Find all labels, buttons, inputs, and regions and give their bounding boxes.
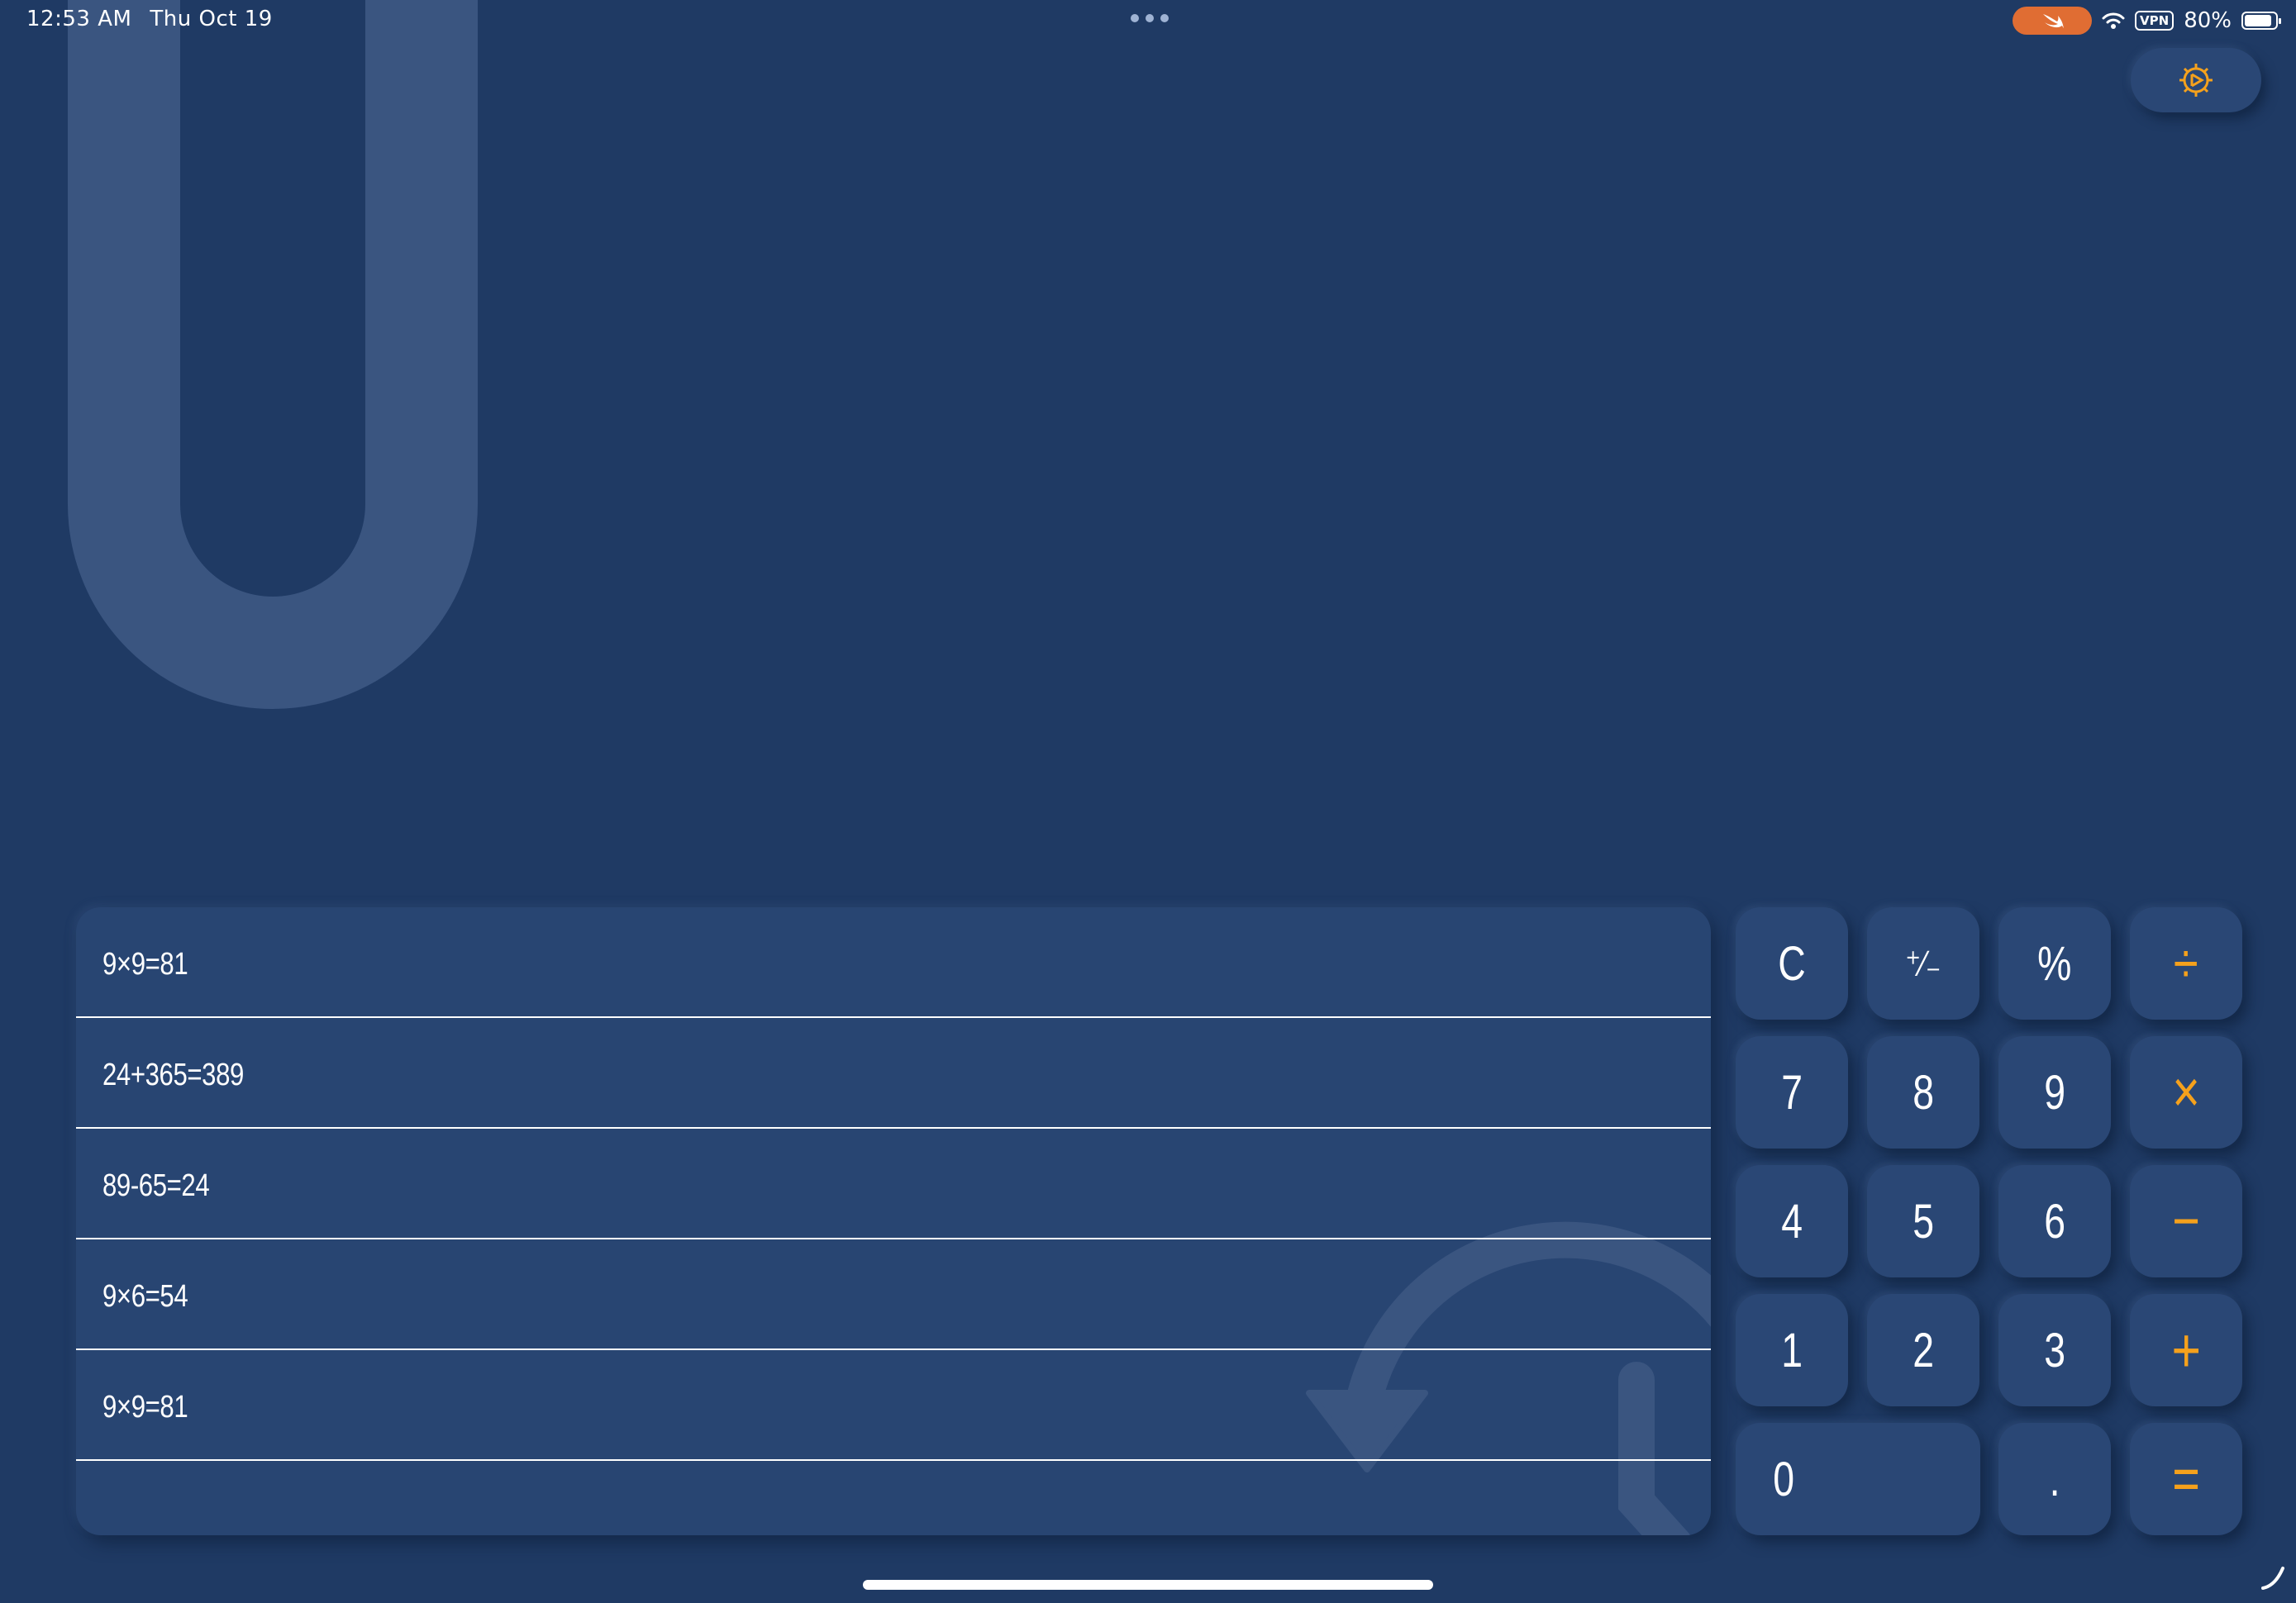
- swift-playgrounds-pill[interactable]: [2013, 7, 2093, 35]
- vpn-badge: VPN: [2135, 11, 2175, 31]
- divide-button[interactable]: ÷: [2130, 907, 2242, 1020]
- digit-8-button[interactable]: 8: [1867, 1036, 1979, 1149]
- digit-label: 5: [1913, 1194, 1934, 1249]
- dot: [1131, 14, 1139, 22]
- history-row[interactable]: 89-65=24: [76, 1129, 1711, 1239]
- digit-label: 8: [1913, 1065, 1934, 1120]
- multitasking-dots[interactable]: [1131, 14, 1169, 22]
- plus-minus-label: ⁺∕₋: [1905, 943, 1941, 984]
- digit-1-button[interactable]: 1: [1736, 1294, 1848, 1406]
- clear-button[interactable]: C: [1736, 907, 1848, 1020]
- history-entry: 24+365=389: [102, 1058, 244, 1092]
- add-button[interactable]: +: [2130, 1294, 2242, 1406]
- digit-9-button[interactable]: 9: [1998, 1036, 2111, 1149]
- clear-label: C: [1778, 936, 1806, 991]
- battery-fill: [2245, 15, 2271, 26]
- decimal-button[interactable]: .: [1998, 1423, 2111, 1535]
- status-bar-left: 12:53 AM Thu Oct 19: [26, 7, 273, 31]
- subtract-label: −: [2172, 1188, 2200, 1254]
- status-date: Thu Oct 19: [150, 7, 273, 31]
- subtract-button[interactable]: −: [2130, 1165, 2242, 1277]
- digit-5-button[interactable]: 5: [1867, 1165, 1979, 1277]
- digit-label: 0: [1773, 1452, 1795, 1506]
- plus-minus-button[interactable]: ⁺∕₋: [1867, 907, 1979, 1020]
- background-u-decoration: [67, 0, 478, 709]
- equals-label: =: [2172, 1446, 2200, 1512]
- home-indicator[interactable]: [863, 1580, 1433, 1590]
- digit-0-button[interactable]: 0: [1736, 1423, 1980, 1535]
- history-row[interactable]: 9×9=81: [76, 1350, 1711, 1461]
- history-row[interactable]: 9×6=54: [76, 1239, 1711, 1350]
- digit-label: 3: [2044, 1323, 2065, 1377]
- percent-label: %: [2037, 936, 2072, 991]
- equals-button[interactable]: =: [2130, 1423, 2242, 1535]
- percent-button[interactable]: %: [1998, 907, 2111, 1020]
- digit-label: 7: [1781, 1065, 1803, 1120]
- pencil-corner-icon: [2261, 1567, 2284, 1590]
- calculator-screen: 12:53 AM Thu Oct 19 VPN 80% 9×9=81 24+36…: [0, 0, 2296, 1603]
- decimal-label: .: [2049, 1452, 2060, 1506]
- digit-label: 1: [1781, 1323, 1803, 1377]
- history-row[interactable]: 24+365=389: [76, 1018, 1711, 1129]
- dot: [1146, 14, 1154, 22]
- digit-2-button[interactable]: 2: [1867, 1294, 1979, 1406]
- history-row[interactable]: 9×9=81: [76, 907, 1711, 1018]
- digit-label: 4: [1781, 1194, 1803, 1249]
- settings-button[interactable]: [2131, 48, 2261, 112]
- history-entry: 9×9=81: [102, 1390, 188, 1425]
- divide-label: ÷: [2174, 932, 2198, 995]
- digit-6-button[interactable]: 6: [1998, 1165, 2111, 1277]
- digit-4-button[interactable]: 4: [1736, 1165, 1848, 1277]
- gear-icon: [2179, 64, 2213, 97]
- add-label: +: [2171, 1315, 2201, 1386]
- multiply-button[interactable]: ×: [2130, 1036, 2242, 1149]
- multiply-label: ×: [2172, 1059, 2200, 1125]
- history-entry: 9×6=54: [102, 1279, 188, 1314]
- dot: [1160, 14, 1169, 22]
- digit-3-button[interactable]: 3: [1998, 1294, 2111, 1406]
- digit-label: 6: [2044, 1194, 2065, 1249]
- history-entry: 89-65=24: [102, 1168, 210, 1203]
- digit-label: 9: [2044, 1065, 2065, 1120]
- battery-percent: 80%: [2184, 8, 2232, 33]
- digit-7-button[interactable]: 7: [1736, 1036, 1848, 1149]
- battery-icon: [2241, 12, 2281, 30]
- status-time: 12:53 AM: [26, 7, 132, 31]
- history-entry: 9×9=81: [102, 947, 188, 982]
- history-panel[interactable]: 9×9=81 24+365=389 89-65=24 9×6=54 9×9=81: [76, 907, 1711, 1535]
- wifi-icon: [2102, 12, 2125, 29]
- digit-label: 2: [1913, 1323, 1934, 1377]
- swift-icon: [2043, 14, 2065, 29]
- status-bar-right: VPN 80%: [2013, 7, 2281, 35]
